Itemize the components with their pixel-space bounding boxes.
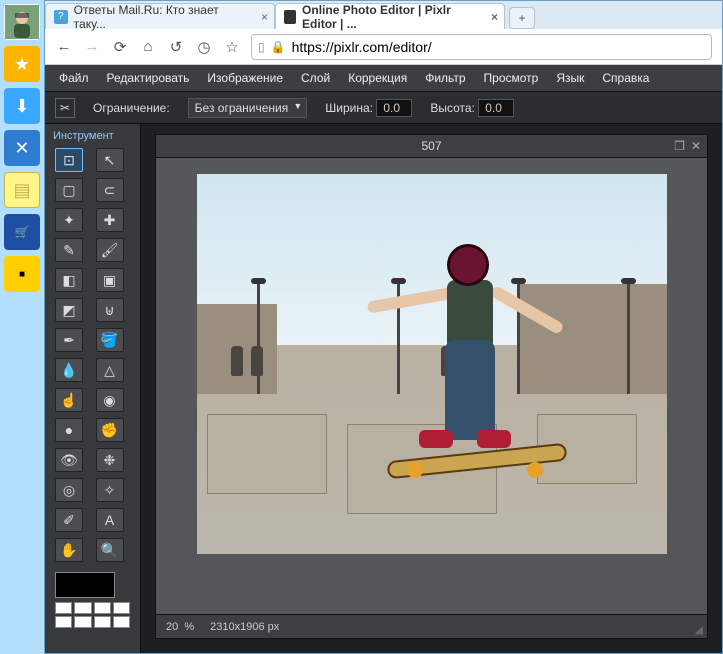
zoom-value[interactable]: 20 [166,621,178,633]
tool-marquee-icon[interactable]: ▢ [55,178,83,202]
menu-filter[interactable]: Фильтр [425,71,465,85]
swatch[interactable] [55,602,72,614]
clock-icon[interactable]: ◷ [195,38,213,56]
dock-download-icon[interactable]: ⬇ [4,88,40,124]
url-field[interactable]: ▯ 🔒 [251,34,712,60]
tool-lasso-icon[interactable]: ⊂ [96,178,124,202]
bookmark-icon[interactable]: ☆ [223,38,241,56]
menu-file[interactable]: Файл [59,71,89,85]
menu-view[interactable]: Просмотр [484,71,539,85]
tool-paint-icon[interactable]: ▣ [96,268,124,292]
window-close-icon[interactable]: ✕ [691,139,701,153]
menu-adjust[interactable]: Коррекция [348,71,407,85]
resize-handle-icon[interactable]: ◢ [695,623,703,636]
tool-bloat-icon[interactable]: ◎ [55,478,83,502]
window-restore-icon[interactable]: ❐ [674,139,685,153]
document-titlebar[interactable]: 507 ❐ ✕ [155,134,708,158]
os-dock: ★ ⬇ ✕ ▤ 🛒 ■ [0,0,44,654]
tool-pinch-icon[interactable]: ✧ [96,478,124,502]
tool-crop-icon[interactable]: ⊡ [55,148,83,172]
menu-layer[interactable]: Слой [301,71,330,85]
tool-spot-icon[interactable]: ❉ [96,448,124,472]
reload-icon[interactable]: ⟳ [111,38,129,56]
canvas-area: 507 ❐ ✕ [141,124,722,653]
dock-market-icon[interactable]: 🛒 [4,214,40,250]
tool-blur-icon[interactable]: 💧 [55,358,83,382]
crop-icon[interactable]: ✂ [55,98,75,118]
tool-eraser-icon[interactable]: ◧ [55,268,83,292]
swatch[interactable] [94,616,111,628]
tab-pixlr[interactable]: Online Photo Editor | Pixlr Editor | ...… [275,3,505,29]
foreground-color[interactable] [55,572,115,598]
canvas-viewport[interactable] [155,158,708,615]
history-icon[interactable]: ↺ [167,38,185,56]
menu-image[interactable]: Изображение [207,71,283,85]
tab-mailru[interactable]: ? Ответы Mail.Ru: Кто знает таку... × [45,3,275,29]
tool-gradient-icon[interactable]: ◩ [55,298,83,322]
tool-sharpen-icon[interactable]: △ [96,358,124,382]
back-icon[interactable]: ← [55,38,73,56]
menu-bar: Файл Редактировать Изображение Слой Корр… [45,65,722,92]
dock-taxi-icon[interactable]: ■ [4,256,40,292]
tool-smudge-icon[interactable]: ☝ [55,388,83,412]
width-label: Ширина: [325,101,373,115]
menu-help[interactable]: Справка [602,71,649,85]
swatch[interactable] [74,616,91,628]
status-bar: 20 % 2310x1906 px ◢ [155,615,708,639]
height-input[interactable]: 0.0 [478,99,514,117]
close-icon[interactable]: × [491,10,498,24]
tool-ink-icon[interactable]: ✒ [55,328,83,352]
browser-tabs: ? Ответы Mail.Ru: Кто знает таку... × On… [45,1,722,29]
pixlr-app: Файл Редактировать Изображение Слой Корр… [45,65,722,653]
constraint-select[interactable]: Без ограничения [188,98,308,118]
tool-fill-icon[interactable]: 🪣 [96,328,124,352]
url-input[interactable] [292,39,705,55]
menu-lang[interactable]: Язык [556,71,584,85]
tools-panel: Инструмент ⊡ ↖ ▢ ⊂ ✦ ✚ ✎ 🖌 ◧ ▣ ◩ ⊎ [45,124,141,653]
constraint-label: Ограничение: [93,101,170,115]
tool-hand-icon[interactable]: ✋ [55,538,83,562]
tool-burn-icon[interactable]: ✊ [96,418,124,442]
tool-dodge-icon[interactable]: ● [55,418,83,442]
width-input[interactable]: 0.0 [376,99,412,117]
swatch[interactable] [74,602,91,614]
swatch[interactable] [113,616,130,628]
dock-favorites-icon[interactable]: ★ [4,46,40,82]
tools-title: Инструмент [49,128,136,148]
menu-edit[interactable]: Редактировать [107,71,190,85]
lock-icon: 🔒 [271,40,286,54]
tool-sponge-icon[interactable]: ◉ [96,388,124,412]
new-tab-button[interactable]: + [509,7,535,29]
height-label: Высота: [430,101,475,115]
swatch[interactable] [94,602,111,614]
tab-label: Ответы Mail.Ru: Кто знает таку... [74,3,250,31]
tool-redeye-icon[interactable]: 👁 [55,448,83,472]
dock-avatar[interactable] [4,4,40,40]
tool-pencil-icon[interactable]: ✎ [55,238,83,262]
color-swatches [55,572,130,628]
tool-crosshair-icon[interactable]: ✚ [96,208,124,232]
tool-stamp-icon[interactable]: ⊎ [96,298,124,322]
tool-brush-icon[interactable]: 🖌 [96,238,124,262]
zoom-unit: % [184,621,194,633]
dock-notes-icon[interactable]: ▤ [4,172,40,208]
swatch[interactable] [55,616,72,628]
dock-tools-icon[interactable]: ✕ [4,130,40,166]
swatch[interactable] [113,602,130,614]
address-bar: ← → ⟳ ⌂ ↺ ◷ ☆ ▯ 🔒 [45,29,722,65]
tool-wand-icon[interactable]: ✦ [55,208,83,232]
shield-icon: ▯ [258,40,265,54]
options-bar: ✂ Ограничение: Без ограничения Ширина: 0… [45,92,722,124]
close-icon[interactable]: × [261,10,268,24]
tool-type-icon[interactable]: A [96,508,124,532]
edited-image[interactable] [197,174,667,554]
tab-label: Online Photo Editor | Pixlr Editor | ... [302,3,480,31]
forward-icon: → [83,38,101,56]
document-title: 507 [421,139,441,153]
tool-zoom-icon[interactable]: 🔍 [96,538,124,562]
image-dimensions: 2310x1906 px [210,621,279,633]
tool-move-icon[interactable]: ↖ [96,148,124,172]
home-icon[interactable]: ⌂ [139,38,157,56]
tool-colorpick-icon[interactable]: ✐ [55,508,83,532]
